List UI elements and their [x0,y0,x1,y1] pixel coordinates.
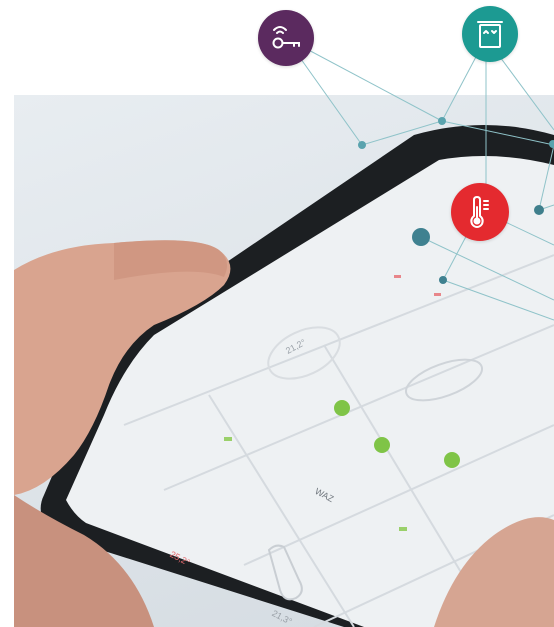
status-dot-green [334,400,350,416]
tablet-photo [14,95,554,627]
key-icon [258,10,314,66]
status-dot-green [399,527,407,531]
status-dot-green [224,437,232,441]
blinds-icon-glyph [477,21,503,48]
key-icon-glyph [272,26,300,49]
thermometer-icon-glyph [470,195,489,229]
photo-scene [14,125,554,627]
status-dot-green [444,452,460,468]
status-dot-red [434,293,441,296]
thermometer-icon [451,183,509,241]
blinds-icon [462,6,518,62]
status-dot-green [374,437,390,453]
status-dot-red [394,275,401,278]
